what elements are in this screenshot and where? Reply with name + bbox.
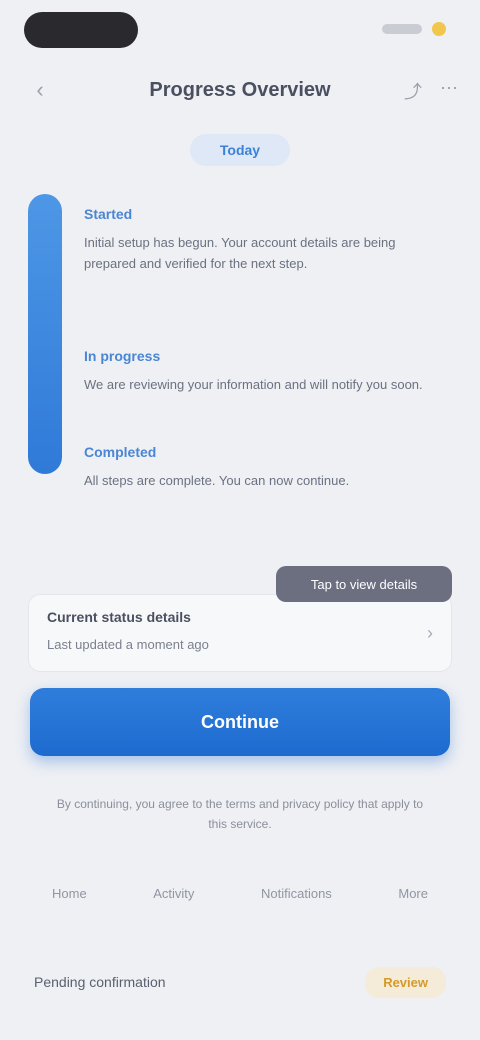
date-tag[interactable]: Today — [190, 134, 290, 166]
back-icon[interactable]: ‹ — [28, 77, 52, 102]
chevron-right-icon: › — [427, 623, 433, 643]
signal-icon — [382, 24, 422, 34]
timeline-item-title: Started — [84, 206, 133, 222]
review-badge[interactable]: Review — [365, 966, 446, 998]
timeline-item-title: In progress — [84, 348, 161, 364]
timeline-item-text: We are reviewing your information and wi… — [84, 377, 423, 392]
tab-more[interactable]: More — [386, 878, 440, 909]
status-card-subtitle: Last updated a moment ago — [47, 637, 209, 652]
status-icons — [382, 22, 446, 36]
tooltip: Tap to view details — [276, 566, 452, 602]
terms-note: By continuing, you agree to the terms an… — [56, 797, 424, 831]
timeline-item-text: All steps are complete. You can now cont… — [84, 473, 350, 488]
tab-home[interactable]: Home — [40, 878, 99, 909]
timeline-item-title: Completed — [84, 444, 157, 460]
bottom-row: Pending confirmation Review — [34, 962, 446, 1002]
timeline-item-text: Initial setup has begun. Your account de… — [84, 235, 396, 271]
page-title: Progress Overview — [149, 78, 331, 101]
tab-notifications[interactable]: Notifications — [249, 878, 344, 909]
timeline-item-3: Completed All steps are complete. You ca… — [84, 444, 424, 491]
share-icon[interactable]: ⤴ — [404, 78, 422, 104]
status-card[interactable]: Current status details Last updated a mo… — [28, 594, 452, 672]
header-actions: ⤴ ⋯ — [404, 78, 458, 104]
status-bar — [0, 0, 480, 60]
battery-icon — [432, 22, 446, 36]
timeline-item-2: In progress We are reviewing your inform… — [84, 348, 424, 395]
timeline-rail — [28, 194, 62, 474]
continue-button[interactable]: Continue — [30, 688, 450, 756]
tab-activity[interactable]: Activity — [141, 878, 206, 909]
status-card-title: Current status details — [47, 609, 191, 625]
tab-bar: Home Activity Notifications More — [40, 878, 440, 909]
timeline-item-1: Started Initial setup has begun. Your ac… — [84, 206, 424, 274]
header: ‹ Progress Overview ⤴ ⋯ — [0, 66, 480, 114]
dynamic-island — [24, 12, 138, 48]
bottom-label: Pending confirmation — [34, 974, 166, 990]
more-icon[interactable]: ⋯ — [440, 78, 458, 104]
